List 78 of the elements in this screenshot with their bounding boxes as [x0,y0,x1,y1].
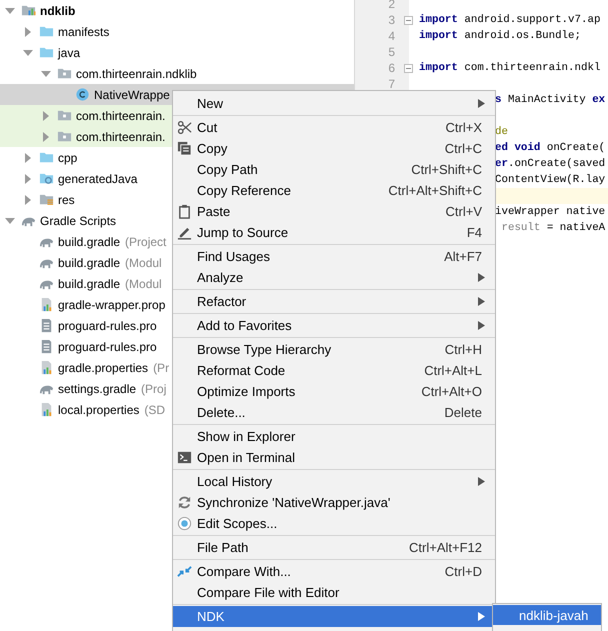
item-label: proguard-rules.pro [58,318,157,332]
item-label: manifests [58,24,110,38]
menu-label: Edit Scopes... [197,516,278,531]
shortcut: Ctrl+Alt+O [421,384,482,399]
item-label: Gradle Scripts [40,214,116,228]
item-label: build.gradle [58,256,120,270]
menu-label: Find Usages [197,249,271,264]
item-hint: (SD [144,402,166,416]
menu-label: Add to Favorites [197,318,293,333]
shortcut: Ctrl+Alt+L [424,363,482,378]
line-number: 3 [387,13,395,27]
menu-label: Compare File with Editor [197,585,340,600]
menu-label: Delete... [197,405,246,420]
item-label: build.gradle [58,234,120,248]
item-hint: (Proj [141,382,166,396]
line-number: 6 [387,61,395,75]
menu-label: File Path [197,540,250,555]
menu-label: Local History [197,474,274,489]
item-label: generatedJava [58,172,138,186]
menu-label: Jump to Source [197,225,290,240]
code-line: result = nativeA [500,222,606,234]
item-hint: (Modul [125,276,162,290]
item-label: res [58,192,75,206]
shortcut: Ctrl+D [444,564,482,579]
menu-label: Open in Terminal [197,450,296,465]
shortcut: Ctrl+X [446,120,482,135]
menu-label: NDK [197,609,226,624]
menu-label: Optimize Imports [197,384,296,399]
item-label: NativeWrappe [94,88,170,102]
menu-label: Copy [197,141,228,156]
menu-label: Synchronize 'NativeWrapper.java' [197,495,392,510]
shortcut: Ctrl+C [444,141,482,156]
menu-label: Reformat Code [197,363,286,378]
shortcut: Ctrl+Shift+C [411,162,482,177]
item-label: com.thirteenrain. [76,130,166,144]
code-line: import android.os.Bundle; [419,30,581,42]
shortcut: Ctrl+Alt+F12 [409,540,482,555]
menu-label: Refactor [197,294,248,309]
item-label: gradle.properties [58,360,148,374]
item-label: build.gradle [58,276,120,290]
item-hint: (Project [125,234,166,248]
shortcut: Ctrl+Alt+Shift+C [388,183,482,198]
menu-label: Copy Reference [197,183,292,198]
item-label: proguard-rules.pro [58,340,157,354]
menu-label: Browse Type Hierarchy [197,342,332,357]
line-number: 4 [387,29,395,43]
shortcut: Ctrl+H [444,342,482,357]
menu-label: Copy Path [197,162,259,177]
code-line: er.onCreate(saved [495,158,606,170]
shortcut: F4 [466,225,482,240]
shortcut: Delete [444,405,482,420]
code-line: iveWrapper native [495,206,606,218]
code-line: de [495,126,508,138]
item-label: java [58,46,80,60]
menu-label: Compare With... [197,564,292,579]
code-line: import com.thirteenrain.ndkl [419,62,600,74]
item-label: local.properties [58,402,140,416]
item-label: ndklib [40,4,76,18]
menu-label: Analyze [197,270,244,285]
item-label: cpp [58,150,78,164]
item-label: com.thirteenrain.ndklib [76,66,197,80]
item-label: settings.gradle [58,382,136,396]
menu-label: New [197,96,224,111]
line-number: 7 [387,77,395,91]
line-number: 5 [387,45,395,59]
item-hint: (Pr [153,360,170,374]
shortcut: Ctrl+V [446,204,482,219]
item-label: com.thirteenrain. [76,108,166,122]
item-label: gradle-wrapper.prop [58,298,166,312]
shortcut: Alt+F7 [444,249,482,264]
code-line: import android.support.v7.ap [419,14,600,26]
code-line: ContentView(R.lay [495,174,606,186]
item-hint: (Modul [125,256,162,270]
code-line: s MainActivity ex [495,94,606,106]
menu-label: Show in Explorer [197,429,296,444]
code-line: ed void onCreate( [495,142,606,154]
menu-label: Paste [197,204,232,219]
menu-label: Cut [197,120,218,135]
